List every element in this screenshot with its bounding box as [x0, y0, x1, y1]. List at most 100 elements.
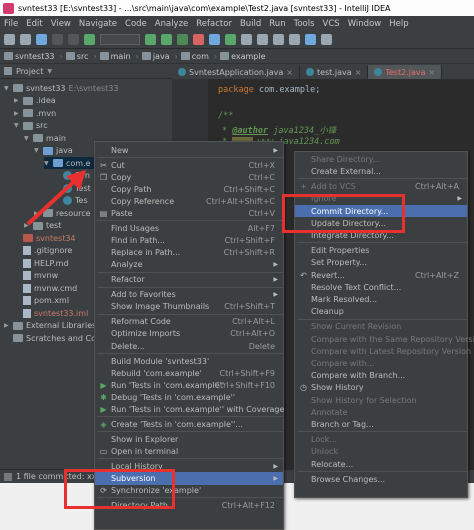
run-config-dropdown[interactable]: [100, 34, 140, 45]
menu-item-resolve-text-conflict[interactable]: Resolve Text Conflict...: [295, 281, 467, 294]
chevron-down-icon[interactable]: ▼: [47, 68, 52, 75]
settings-icon[interactable]: [273, 34, 284, 45]
menu-item-find-usages[interactable]: Find Usages Alt+F7: [95, 222, 283, 235]
vcs-update-icon[interactable]: [209, 34, 220, 45]
close-icon[interactable]: ×: [428, 68, 435, 77]
menu-item-compare-with-branch[interactable]: Compare with Branch...: [295, 369, 467, 382]
menu-item-compare-with[interactable]: Compare with...: [295, 357, 467, 370]
tab-svntestapplication-java[interactable]: SvntestApplication.java ×: [172, 65, 300, 79]
expand-arrow-icon[interactable]: ▼: [44, 160, 50, 167]
menu-item-debug-tests-in-com-example[interactable]: ✱ Debug 'Tests in 'com.example'': [95, 391, 283, 404]
debug-icon[interactable]: [161, 34, 172, 45]
tree-item-external-libraries[interactable]: ▶ External Libraries: [4, 320, 96, 332]
revert-icon[interactable]: [257, 34, 268, 45]
expand-arrow-icon[interactable]: ▼: [34, 147, 40, 154]
menu-item-show-in-explorer[interactable]: Show in Explorer: [95, 433, 283, 446]
tree-item-idea[interactable]: ▶ .idea: [14, 95, 56, 107]
menu-item-new[interactable]: New ▶: [95, 144, 283, 157]
tab-test2-java[interactable]: Test2.java ×: [368, 65, 443, 79]
expand-arrow-icon[interactable]: ▼: [24, 135, 30, 142]
menu-item-browse-changes[interactable]: Browse Changes...: [295, 473, 467, 486]
tree-item-svntest33[interactable]: ▼ svntest33 E:\svntest33: [4, 82, 118, 94]
tree-item-pom-xml[interactable]: pom.xml: [14, 295, 69, 307]
menu-help[interactable]: Help: [389, 19, 408, 29]
vcs-commit-icon[interactable]: [225, 34, 236, 45]
tree-item-mvn[interactable]: ▶ .mvn: [14, 107, 56, 119]
breadcrumb-com[interactable]: com ›: [180, 52, 217, 61]
tree-item-help-md[interactable]: HELP.md: [14, 257, 69, 269]
tree-item-svntest33-iml[interactable]: svntest33.iml: [14, 307, 88, 319]
menu-file[interactable]: File: [4, 19, 18, 29]
menu-item-rebuild-com-example[interactable]: Rebuild 'com.example' Ctrl+Shift+F9: [95, 367, 283, 380]
tree-item-mvnw[interactable]: mvnw: [14, 270, 58, 282]
tree-item-src[interactable]: ▼ src: [14, 120, 48, 132]
menu-item-reformat-code[interactable]: Reformat Code Ctrl+Alt+L: [95, 316, 283, 329]
coverage-icon[interactable]: [177, 34, 188, 45]
menu-item-unlock[interactable]: Unlock: [295, 446, 467, 459]
menu-run[interactable]: Run: [269, 19, 285, 29]
tree-item-svntest34[interactable]: svntest34: [14, 232, 76, 244]
menu-build[interactable]: Build: [240, 19, 261, 29]
expand-arrow-icon[interactable]: ▶: [14, 110, 20, 117]
breadcrumb-main[interactable]: main ›: [99, 52, 139, 61]
menu-item-cleanup[interactable]: Cleanup: [295, 305, 467, 318]
save-icon[interactable]: [20, 34, 31, 45]
menu-item-run-tests-in-com-example-with-coverage[interactable]: ▶ Run 'Tests in 'com.example'' with Cover…: [95, 403, 284, 416]
menu-item-share-directory[interactable]: Share Directory...: [295, 153, 467, 166]
menu-view[interactable]: View: [51, 19, 71, 29]
breadcrumb-example[interactable]: example: [220, 52, 266, 61]
tree-item-mvnw-cmd[interactable]: mvnw.cmd: [14, 282, 77, 294]
menu-item-relocate[interactable]: Relocate...: [295, 458, 467, 471]
project-structure-icon[interactable]: [289, 34, 300, 45]
search-icon[interactable]: [321, 34, 332, 45]
menu-item-replace-in-path[interactable]: Replace in Path... Ctrl+Shift+R: [95, 246, 283, 259]
menu-item-open-in-terminal[interactable]: ▭ Open in terminal: [95, 445, 283, 458]
back-icon[interactable]: [52, 34, 63, 45]
tree-item-main[interactable]: ▼ main: [24, 132, 66, 144]
close-icon[interactable]: ×: [286, 68, 293, 77]
menu-item-lock[interactable]: Lock...: [295, 433, 467, 446]
breadcrumb-java[interactable]: java ›: [141, 52, 178, 61]
menu-item-set-property[interactable]: Set Property...: [295, 257, 467, 270]
menu-item-show-history[interactable]: ◷ Show History: [295, 382, 467, 395]
project-panel-header[interactable]: Project ▼: [0, 64, 172, 79]
breadcrumb-svntest33[interactable]: svntest33 ›: [4, 52, 63, 61]
menu-vcs[interactable]: VCS: [323, 19, 340, 29]
menu-item-create-external[interactable]: Create External...: [295, 165, 467, 178]
menu-edit[interactable]: Edit: [26, 19, 42, 29]
sdk-icon[interactable]: [305, 34, 316, 45]
expand-arrow-icon[interactable]: ▶: [14, 97, 20, 104]
menu-item-refactor[interactable]: Refactor ▶: [95, 274, 283, 287]
menu-item-annotate[interactable]: Annotate: [295, 406, 467, 419]
menu-item-show-history-for-selection[interactable]: Show History for Selection: [295, 394, 467, 407]
vcs-history-icon[interactable]: [241, 34, 252, 45]
menu-item-edit-properties[interactable]: Edit Properties: [295, 244, 467, 257]
expand-arrow-icon[interactable]: ▶: [4, 322, 10, 329]
menu-item-show-current-revision[interactable]: Show Current Revision: [295, 321, 467, 334]
tree-item-java[interactable]: ▼ java: [34, 145, 73, 157]
menu-item-run-tests-in-com-example[interactable]: ▶ Run 'Tests in 'com.example'' Ctrl+Shift+…: [95, 379, 283, 392]
run-icon[interactable]: [145, 34, 156, 45]
menu-item-paste[interactable]: ▤ Paste Ctrl+V: [95, 207, 283, 220]
forward-icon[interactable]: [68, 34, 79, 45]
menu-item-compare-with-the-same-repository-version[interactable]: Compare with the Same Repository Version: [295, 333, 474, 346]
menu-tools[interactable]: Tools: [294, 19, 315, 29]
menu-analyze[interactable]: Analyze: [155, 19, 189, 29]
open-folder-icon[interactable]: [4, 34, 15, 45]
menu-item-delete[interactable]: Delete... Delete: [95, 340, 283, 353]
menu-item-add-to-favorites[interactable]: Add to Favorites ▶: [95, 289, 283, 302]
menu-item-copy-path[interactable]: Copy Path Ctrl+Shift+C: [95, 183, 283, 196]
menu-code[interactable]: Code: [125, 19, 147, 29]
menu-item-cut[interactable]: ✂ Cut Ctrl+X: [95, 159, 283, 172]
expand-arrow-icon[interactable]: ▼: [4, 85, 10, 92]
menu-item-compare-with-latest-repository-version[interactable]: Compare with Latest Repository Version: [295, 345, 471, 358]
close-icon[interactable]: ×: [355, 68, 362, 77]
menu-item-build-module-svntest33[interactable]: Build Module 'svntest33': [95, 355, 283, 368]
menu-window[interactable]: Window: [348, 19, 382, 29]
menu-item-find-in-path[interactable]: Find in Path... Ctrl+Shift+F: [95, 234, 283, 247]
menu-refactor[interactable]: Refactor: [196, 19, 232, 29]
breadcrumb-src[interactable]: src ›: [65, 52, 97, 61]
menu-item-branch-or-tag[interactable]: Branch or Tag...: [295, 418, 467, 431]
menu-item-create-tests-in-com-example[interactable]: ◈ Create 'Tests in 'com.example''...: [95, 418, 283, 431]
menu-item-show-image-thumbnails[interactable]: Show Image Thumbnails Ctrl+Shift+T: [95, 301, 283, 314]
